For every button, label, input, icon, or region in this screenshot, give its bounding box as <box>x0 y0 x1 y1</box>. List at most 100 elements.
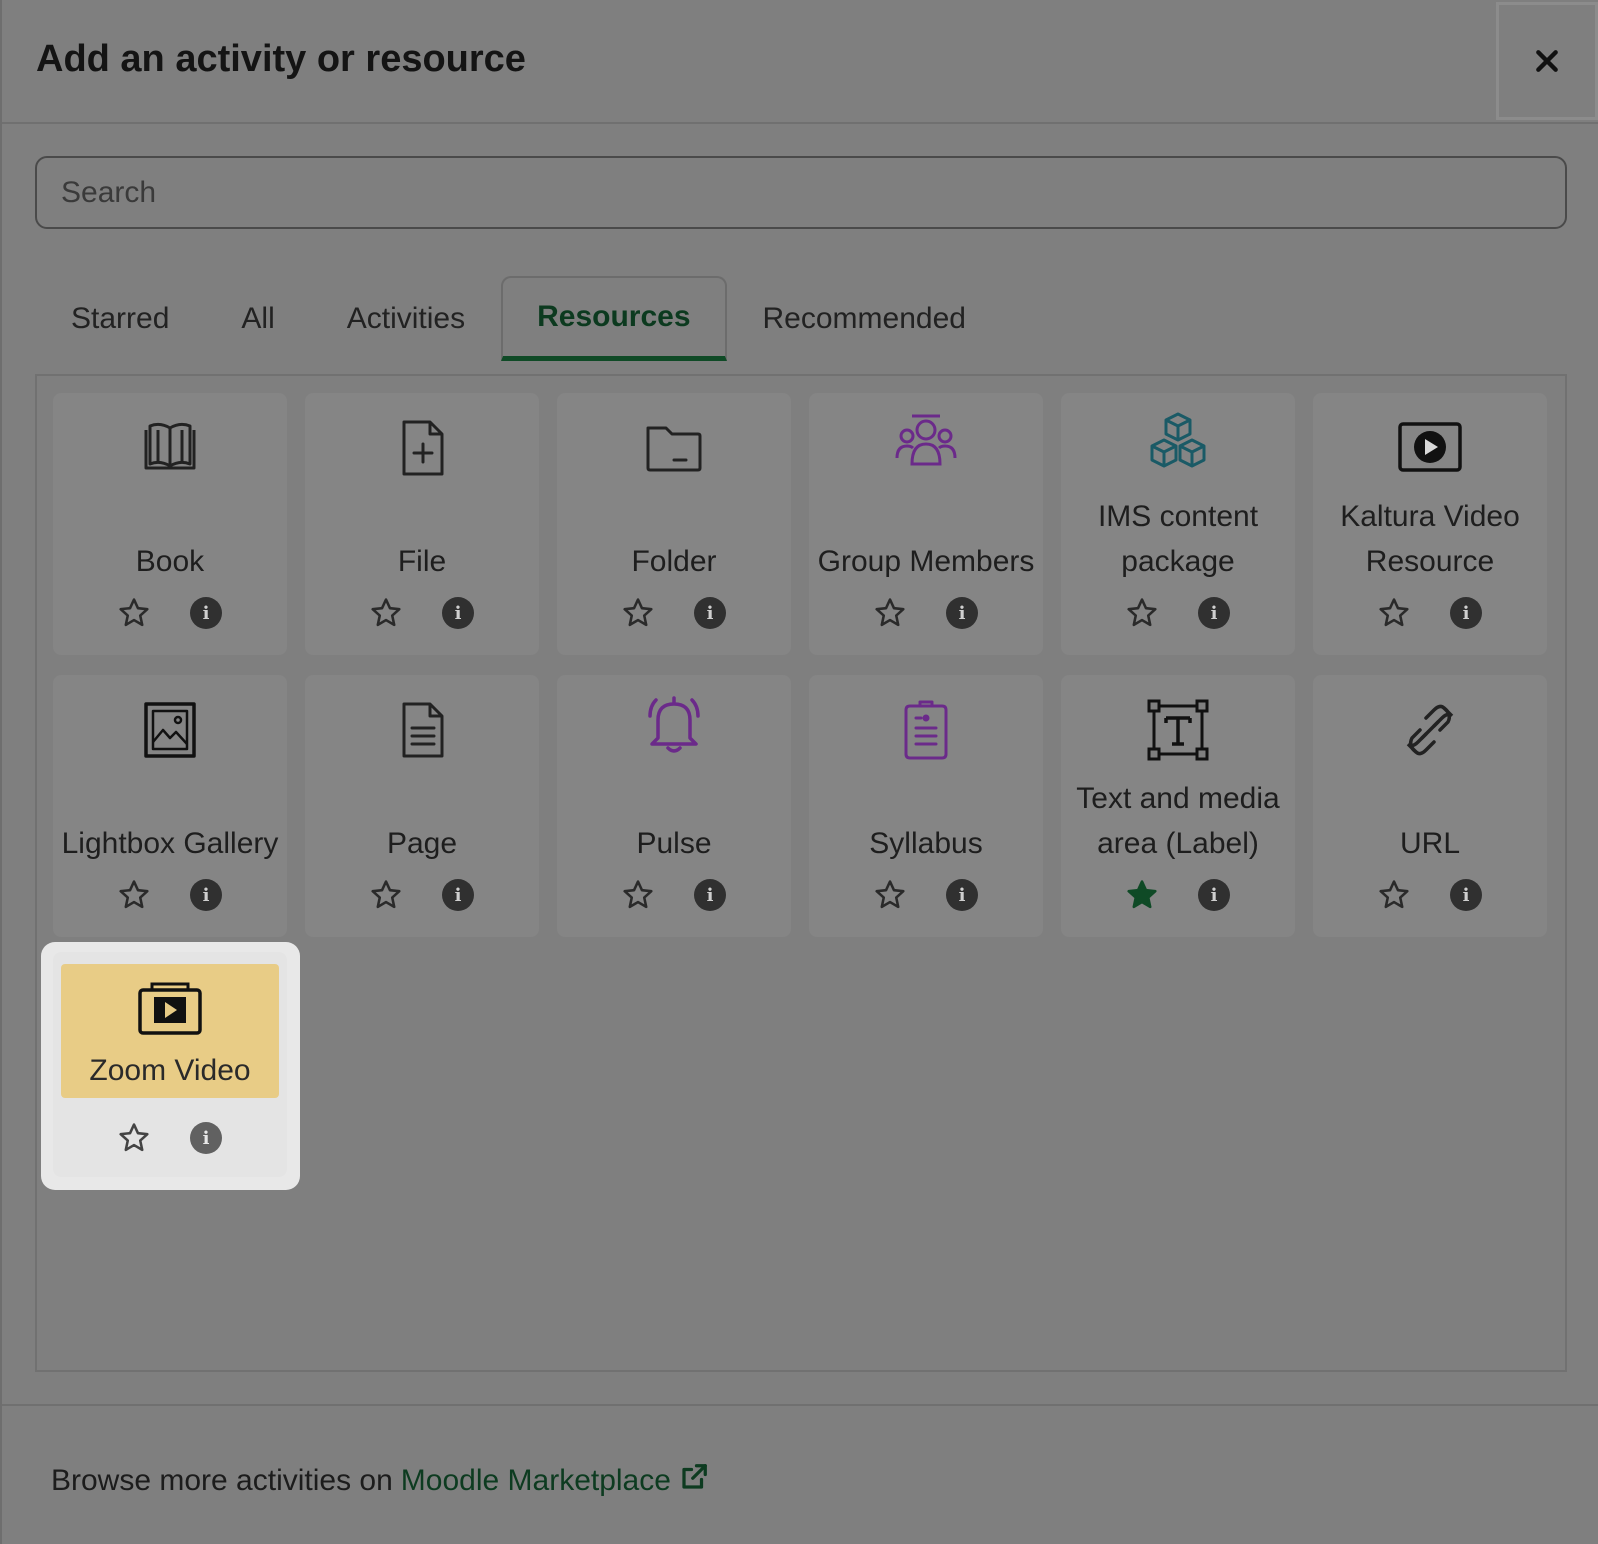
info-button[interactable]: i <box>692 877 728 913</box>
info-button[interactable]: i <box>188 877 224 913</box>
tile-label: Zoom Video <box>89 1054 251 1087</box>
star-outline-icon <box>875 880 905 909</box>
star-outline-icon <box>371 598 401 627</box>
tab-activities[interactable]: Activities <box>311 276 501 361</box>
page-icon <box>402 702 444 758</box>
tile-label: Book <box>135 545 205 578</box>
star-outline-icon <box>371 880 401 909</box>
close-button[interactable] <box>1496 2 1598 120</box>
star-button[interactable] <box>1124 595 1160 631</box>
star-button[interactable] <box>116 877 152 913</box>
external-link-icon <box>682 1464 707 1489</box>
tile-zoom-video-highlight: Zoom Video i <box>41 942 300 1190</box>
tab-all[interactable]: All <box>205 276 310 361</box>
book-icon <box>144 422 196 470</box>
tile-url[interactable]: URL i <box>1313 675 1547 937</box>
info-button[interactable]: i <box>1196 595 1232 631</box>
bell-icon <box>648 696 700 753</box>
folder-icon <box>646 426 702 472</box>
star-button[interactable] <box>872 595 908 631</box>
star-button[interactable] <box>368 877 404 913</box>
tile-page[interactable]: Page i <box>305 675 539 937</box>
star-button[interactable] <box>1376 877 1412 913</box>
footer-prefix: Browse more activities on <box>51 1464 393 1497</box>
tile-pulse[interactable]: Pulse i <box>557 675 791 937</box>
star-button[interactable] <box>116 595 152 631</box>
tile-text-and-media-area[interactable]: Text and media area (Label) i <box>1061 675 1295 937</box>
info-button[interactable]: i <box>440 877 476 913</box>
tile-group-members[interactable]: Group Members i <box>809 393 1043 655</box>
zoom-video-link[interactable]: Zoom Video <box>61 964 279 1098</box>
tile-label: Kaltura Video Resource <box>1340 500 1520 578</box>
dialog-title: Add an activity or resource <box>36 38 526 80</box>
tile-file[interactable]: File i <box>305 393 539 655</box>
syllabus-icon <box>904 700 948 760</box>
group-members-icon <box>895 414 957 466</box>
tile-label: URL <box>1399 827 1460 860</box>
tile-label: Lightbox Gallery <box>61 827 279 860</box>
info-icon: i <box>190 1122 222 1154</box>
star-outline-icon <box>119 880 149 909</box>
star-outline-icon <box>1379 880 1409 909</box>
info-icon: i <box>1198 597 1230 629</box>
star-button[interactable] <box>1124 877 1160 913</box>
tile-label: Page <box>386 827 458 860</box>
tile-kaltura-video-resource[interactable]: Kaltura Video Resource i <box>1313 393 1547 655</box>
tile-lightbox-gallery[interactable]: Lightbox Gallery i <box>53 675 287 937</box>
moodle-marketplace-link[interactable]: Moodle Marketplace <box>401 1464 671 1498</box>
star-button[interactable] <box>368 595 404 631</box>
star-outline-icon <box>875 598 905 627</box>
info-button[interactable]: i <box>692 595 728 631</box>
tile-book[interactable]: Book i <box>53 393 287 655</box>
star-filled-icon <box>1127 880 1157 909</box>
dialog-header: Add an activity or resource <box>2 0 1598 124</box>
info-icon: i <box>442 879 474 911</box>
tile-syllabus[interactable]: Syllabus i <box>809 675 1043 937</box>
star-button[interactable] <box>872 877 908 913</box>
tile-label: Pulse <box>636 827 712 860</box>
info-icon: i <box>190 879 222 911</box>
info-button[interactable]: i <box>1448 877 1484 913</box>
close-icon <box>1536 50 1558 72</box>
star-button[interactable] <box>620 877 656 913</box>
info-button[interactable]: i <box>944 877 980 913</box>
info-icon: i <box>1450 597 1482 629</box>
tile-label: IMS content package <box>1097 500 1259 578</box>
tile-label: Text and media area (Label) <box>1076 782 1280 860</box>
text-box-icon <box>1147 699 1209 761</box>
image-gallery-icon <box>144 702 196 758</box>
star-button[interactable] <box>116 1120 152 1156</box>
info-button[interactable]: i <box>440 595 476 631</box>
link-icon <box>1406 704 1454 756</box>
star-button[interactable] <box>620 595 656 631</box>
tile-zoom-video[interactable]: Zoom Video i <box>53 952 287 1177</box>
tile-ims-content-package[interactable]: IMS content package i <box>1061 393 1295 655</box>
info-button[interactable]: i <box>1448 595 1484 631</box>
info-button[interactable]: i <box>188 595 224 631</box>
tile-label: Folder <box>631 545 717 578</box>
info-button[interactable]: i <box>1196 877 1232 913</box>
star-button[interactable] <box>1376 595 1412 631</box>
info-icon: i <box>694 597 726 629</box>
star-outline-icon <box>1379 598 1409 627</box>
search-input[interactable] <box>35 156 1567 229</box>
tab-starred[interactable]: Starred <box>35 276 205 361</box>
tab-recommended[interactable]: Recommended <box>727 276 1002 361</box>
tile-label: Syllabus <box>869 827 983 860</box>
info-icon: i <box>1198 879 1230 911</box>
tile-label: Group Members <box>817 545 1035 578</box>
dialog-footer: Browse more activities on Moodle Marketp… <box>2 1404 1598 1544</box>
cubes-icon <box>1150 412 1206 468</box>
info-icon: i <box>694 879 726 911</box>
tab-resources[interactable]: Resources <box>501 276 727 361</box>
info-button[interactable]: i <box>188 1120 224 1156</box>
star-outline-icon <box>119 598 149 627</box>
zoom-video-icon <box>138 982 202 1035</box>
info-icon: i <box>442 597 474 629</box>
info-button[interactable]: i <box>944 595 980 631</box>
info-icon: i <box>946 597 978 629</box>
star-outline-icon <box>623 598 653 627</box>
info-icon: i <box>1450 879 1482 911</box>
info-icon: i <box>190 597 222 629</box>
tile-folder[interactable]: Folder i <box>557 393 791 655</box>
